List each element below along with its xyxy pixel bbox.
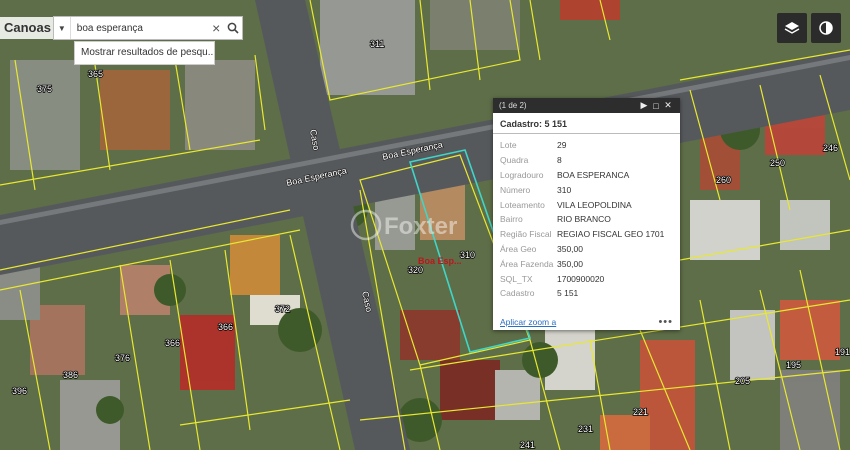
- search-input[interactable]: [70, 18, 209, 38]
- lot-number: 205: [735, 376, 750, 386]
- popup-attribute-row: Quadra 8: [500, 153, 673, 168]
- attribute-key: Área Fazenda: [500, 258, 554, 269]
- lot-number: 310: [460, 250, 475, 260]
- lot-number: 372: [275, 304, 290, 314]
- popup-attribute-row: Loteamento VILA LEOPOLDINA: [500, 197, 673, 212]
- attribute-value: RIO BRANCO: [557, 214, 611, 225]
- attribute-value: 350,00: [557, 243, 583, 254]
- popup-pager: (1 de 2): [499, 101, 527, 110]
- popup-attribute-row: SQL_TX 1700900020: [500, 271, 673, 286]
- popup-title: Cadastro: 5 151: [493, 113, 680, 134]
- attribute-key: Número: [500, 184, 531, 195]
- lot-number: 375: [37, 84, 52, 94]
- popup-footer: Aplicar zoom a •••: [493, 314, 680, 330]
- layers-icon: [784, 22, 800, 34]
- lot-number: 320: [408, 265, 423, 275]
- search-box: ▼ ×: [53, 16, 243, 40]
- basemap-toggle-button[interactable]: [811, 13, 841, 43]
- popup-attributes: Lote 29 Quadra 8 Logradouro BOA ESPERANCA Núme…: [493, 138, 680, 301]
- attribute-value: VILA LEOPOLDINA: [557, 199, 632, 210]
- attribute-value: BOA ESPERANCA: [557, 169, 630, 180]
- attribute-key: Região Fiscal: [500, 229, 552, 240]
- basemap-toggle-icon: [819, 21, 833, 35]
- lot-number: 241: [520, 440, 535, 450]
- popup-attribute-row: Área Geo 350,00: [500, 242, 673, 257]
- attribute-key: Lote: [500, 140, 517, 151]
- popup-attribute-row: Bairro RIO BRANCO: [500, 212, 673, 227]
- location-marker-label: Boa Esp...: [418, 256, 462, 266]
- attribute-value: 310: [557, 184, 572, 195]
- lot-number: 260: [716, 175, 731, 185]
- lot-number: 246: [823, 143, 838, 153]
- lot-number: 376: [115, 353, 130, 363]
- maximize-icon[interactable]: □: [650, 101, 662, 111]
- attribute-value: 8: [557, 155, 562, 166]
- search-suggestion[interactable]: Mostrar resultados de pesqu...: [74, 41, 215, 65]
- attribute-key: Cadastro: [500, 288, 535, 299]
- popup-attribute-row: Região Fiscal REGIAO FISCAL GEO 1701: [500, 227, 673, 242]
- lot-number: 231: [578, 424, 593, 434]
- lot-number: 195: [786, 360, 801, 370]
- attribute-key: SQL_TX: [500, 273, 533, 284]
- lot-number: 366: [165, 338, 180, 348]
- satellite-imagery: Boa Esperança Boa Esperança Caso Caso 31…: [0, 0, 850, 450]
- attribute-value: 1700900020: [557, 273, 605, 284]
- lot-number: 366: [218, 322, 233, 332]
- zoom-to-link[interactable]: Aplicar zoom a: [500, 317, 556, 327]
- more-options-icon[interactable]: •••: [658, 316, 673, 328]
- attribute-value: REGIAO FISCAL GEO 1701: [557, 229, 665, 240]
- watermark-text: Foxter: [384, 213, 457, 240]
- attribute-key: Bairro: [500, 214, 523, 225]
- app-title: Canoas: [0, 17, 55, 39]
- lot-number: 191: [835, 347, 850, 357]
- popup-attribute-row: Cadastro 5 151: [500, 286, 673, 301]
- popup-attribute-row: Logradouro BOA ESPERANCA: [500, 168, 673, 183]
- lot-number: 311: [370, 39, 384, 49]
- attribute-value: 29: [557, 140, 567, 151]
- attribute-key: Área Geo: [500, 243, 537, 254]
- lot-number: 396: [12, 386, 27, 396]
- search-icon[interactable]: [224, 17, 242, 39]
- lot-number: 250: [770, 158, 785, 168]
- search-source-dropdown[interactable]: ▼: [54, 17, 71, 39]
- lot-number: 386: [63, 370, 78, 380]
- caret-down-icon: ▼: [57, 23, 66, 33]
- lot-number: 221: [633, 407, 648, 417]
- attribute-value: 350,00: [557, 258, 583, 269]
- map-canvas[interactable]: Boa Esperança Boa Esperança Caso Caso 31…: [0, 0, 850, 450]
- feature-popup: (1 de 2) ▶ □ ✕ Cadastro: 5 151 Lote 29 Qua…: [493, 98, 680, 330]
- lot-number: 365: [88, 69, 103, 79]
- next-feature-icon[interactable]: ▶: [638, 100, 650, 111]
- popup-header: (1 de 2) ▶ □ ✕: [493, 98, 680, 113]
- popup-attribute-row: Número 310: [500, 182, 673, 197]
- attribute-key: Logradouro: [500, 169, 544, 180]
- popup-attribute-row: Área Fazenda 350,00: [500, 256, 673, 271]
- close-icon[interactable]: ✕: [662, 100, 674, 111]
- layers-button[interactable]: [777, 13, 807, 43]
- attribute-value: 5 151: [557, 288, 579, 299]
- popup-attribute-row: Lote 29: [500, 138, 673, 153]
- attribute-key: Loteamento: [500, 199, 545, 210]
- attribute-key: Quadra: [500, 155, 529, 166]
- clear-icon[interactable]: ×: [209, 20, 224, 36]
